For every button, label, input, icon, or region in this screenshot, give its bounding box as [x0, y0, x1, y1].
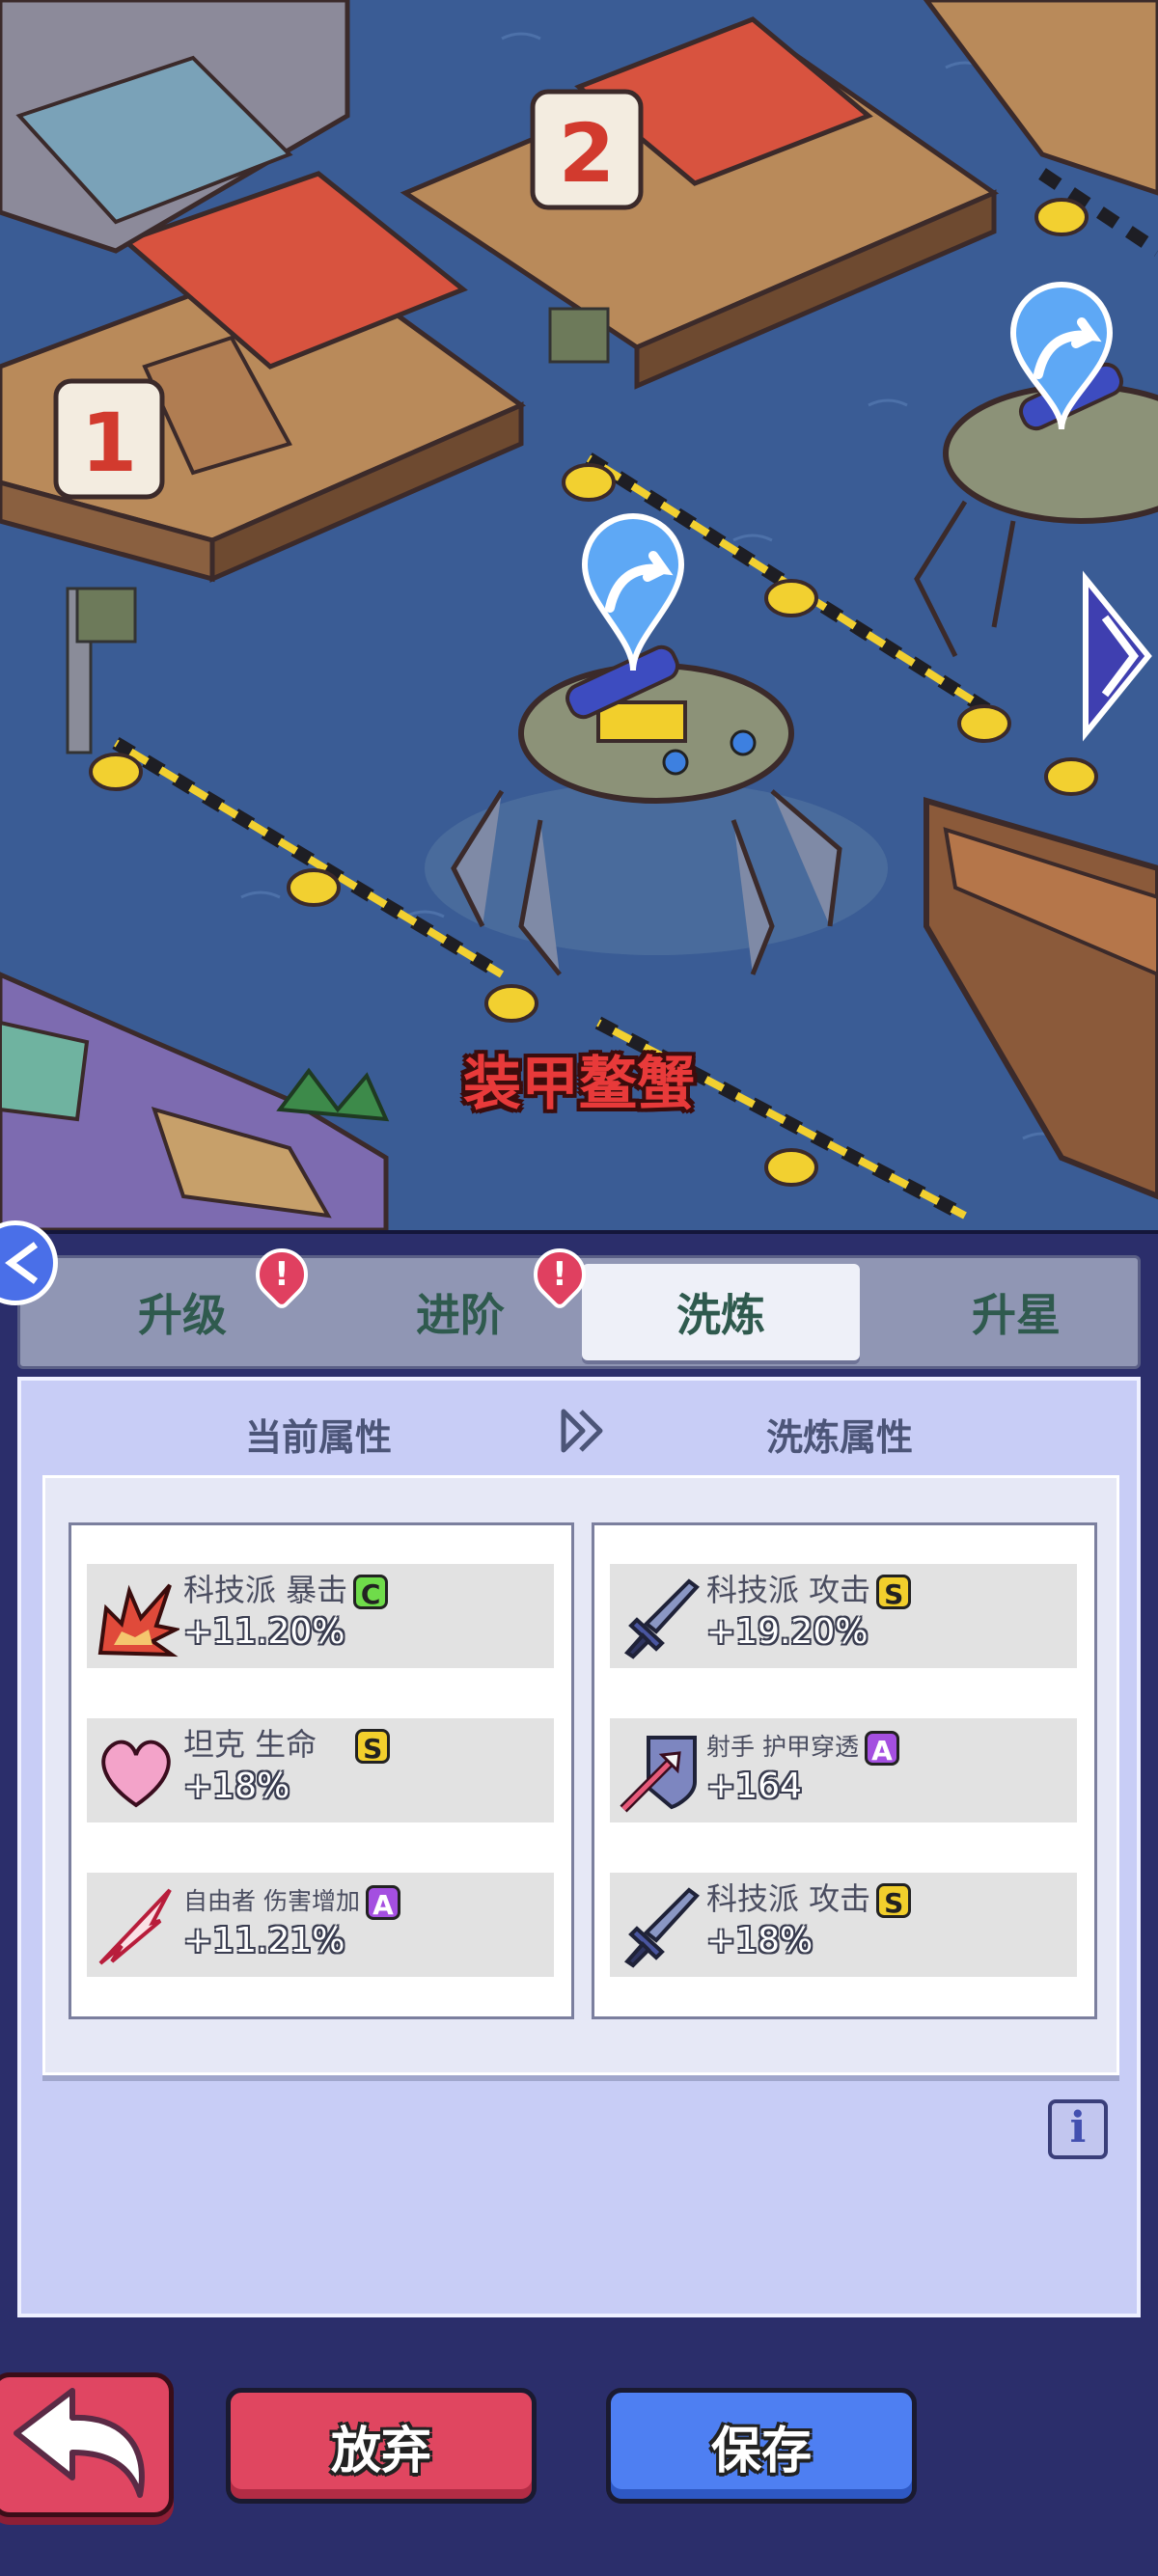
crab-right[interactable]: [914, 360, 1158, 658]
grade-badge: C: [353, 1575, 389, 1610]
back-button[interactable]: [0, 2372, 174, 2517]
stat-row: 科技派 攻击 S +19.20%: [610, 1564, 1077, 1668]
svg-text:2: 2: [559, 106, 615, 201]
stat-value: +19.20%: [706, 1612, 868, 1652]
grade-badge: S: [876, 1575, 912, 1610]
current-attributes-header: 当前属性: [245, 1416, 393, 1459]
sword-icon: [623, 1578, 700, 1659]
side-menu-handle[interactable]: [0, 1220, 58, 1305]
stat-label: 科技派 暴击 C: [183, 1566, 389, 1610]
stat-value: +11.20%: [183, 1612, 345, 1652]
stat-value: +164: [706, 1767, 802, 1806]
tab-refine[interactable]: 洗炼: [582, 1264, 860, 1360]
heart-icon: [101, 1740, 171, 1808]
crit-burst-icon: [97, 1583, 179, 1658]
stat-label: 科技派 攻击 S: [706, 1875, 912, 1919]
armored-crab[interactable]: [425, 643, 888, 976]
sword-icon: [623, 1887, 700, 1968]
double-arrow-icon: [561, 1409, 603, 1453]
stat-row: 射手 护甲穿透 A +164: [610, 1718, 1077, 1822]
grade-badge: S: [876, 1883, 912, 1919]
grade-badge: A: [365, 1885, 400, 1921]
grade-badge: S: [355, 1729, 391, 1765]
current-stats-column: 科技派 暴击 C +11.20% 坦克 生命 S +18% 自由者 伤害增加 A +1…: [69, 1522, 574, 2019]
stat-value: +11.21%: [183, 1921, 345, 1960]
tab-label: 洗炼: [676, 1289, 765, 1341]
tab-bar: 升级 进阶 洗炼 升星 ! !: [17, 1237, 1141, 1369]
tab-label: 升星: [972, 1289, 1061, 1341]
info-button[interactable]: i: [1048, 2099, 1108, 2159]
save-button[interactable]: 保存: [606, 2388, 917, 2504]
slash-icon: [98, 1888, 172, 1965]
stat-row: 坦克 生命 S +18%: [87, 1718, 554, 1822]
attribute-box: 当前属性 洗炼属性 科技派 暴击 C +11.20% 坦克 生命 S +18% …: [17, 1377, 1141, 2317]
abandon-button[interactable]: 放弃: [226, 2388, 537, 2504]
stat-value: +18%: [706, 1921, 813, 1960]
next-arrow-icon[interactable]: [1083, 570, 1152, 742]
tab-label: 升级: [138, 1289, 227, 1341]
stat-label: 自由者 伤害增加 A: [183, 1882, 400, 1921]
unit-name: 装甲鳌蟹: [463, 1051, 695, 1118]
back-arrow-icon: [14, 2388, 145, 2498]
stat-row: 科技派 暴击 C +11.20%: [87, 1564, 554, 1668]
stat-row: 自由者 伤害增加 A +11.21%: [87, 1873, 554, 1977]
stat-row: 科技派 攻击 S +18%: [610, 1873, 1077, 1977]
armor-pierce-icon: [620, 1736, 697, 1813]
tab-star-up[interactable]: 升星: [877, 1264, 1155, 1360]
tab-label: 进阶: [416, 1289, 505, 1341]
stat-label: 科技派 攻击 S: [706, 1566, 912, 1610]
stat-label: 射手 护甲穿透 A: [706, 1728, 899, 1767]
stat-label: 坦克 生命 S: [183, 1720, 391, 1765]
grade-badge: A: [864, 1731, 899, 1767]
stat-value: +18%: [183, 1767, 290, 1806]
refine-panel: 升级 进阶 洗炼 升星 ! ! 当前属性 洗炼属性 科技派 暴击 C +11.2…: [0, 1220, 1158, 2576]
dock-2-sign: 2: [530, 89, 644, 210]
reroll-attributes-header: 洗炼属性: [766, 1416, 914, 1459]
reroll-stats-column: 科技派 攻击 S +19.20% 射手 护甲穿透 A +164 科技派 攻击 S…: [592, 1522, 1097, 2019]
chevron-left-icon: [5, 1242, 39, 1284]
svg-text:1: 1: [81, 396, 137, 490]
game-scene: 1 2 装甲鳌蟹: [0, 0, 1158, 1230]
dock-1-sign: 1: [53, 378, 165, 500]
attribute-compare: 科技派 暴击 C +11.20% 坦克 生命 S +18% 自由者 伤害增加 A +1…: [42, 1475, 1119, 2075]
